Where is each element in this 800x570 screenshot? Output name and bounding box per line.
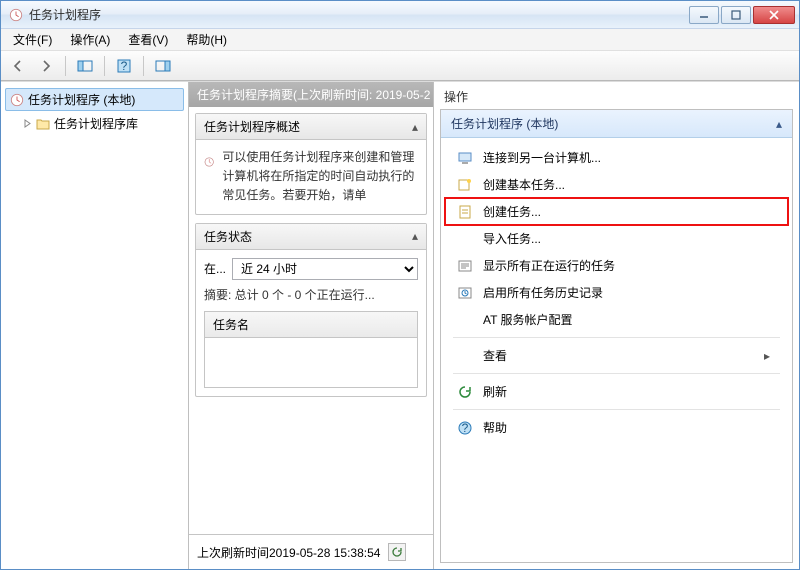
action-enable-history[interactable]: 启用所有任务历史记录 [445,279,788,306]
last-refresh-label: 上次刷新时间2019-05-28 15:38:54 [197,544,380,561]
actions-pane: 操作 任务计划程序 (本地) ▴ 连接到另一台计算机... 创建基本任务... [434,82,799,569]
action-show-running[interactable]: 显示所有正在运行的任务 [445,252,788,279]
toolbar: ? [1,51,799,81]
window-title: 任务计划程序 [29,6,101,23]
action-connect[interactable]: 连接到另一台计算机... [445,144,788,171]
help-icon: ? [457,420,473,436]
wizard-icon [457,177,473,193]
overview-panel: 任务计划程序概述 ▴ 可以使用任务计划程序来创建和管理计算机将在所指定的时间自动… [195,113,427,215]
chevron-right-icon: ▸ [764,349,770,363]
summary-footer: 上次刷新时间2019-05-28 15:38:54 [189,534,433,569]
status-summary: 摘要: 总计 0 个 - 0 个正在运行... [204,286,418,303]
blank-icon [457,312,473,328]
running-tasks-icon [457,258,473,274]
chevron-up-icon: ▴ [412,120,418,134]
action-create-task[interactable]: 创建任务... [445,198,788,225]
separator [453,337,780,338]
refresh-icon [391,546,403,558]
actions-list: 连接到另一台计算机... 创建基本任务... 创建任务... 导入任务... [441,138,792,447]
action-help[interactable]: ? 帮助 [445,414,788,441]
app-clock-icon [9,8,23,22]
action-label: 创建基本任务... [483,176,565,193]
tree-root-label: 任务计划程序 (本地) [28,91,135,108]
refresh-icon [457,384,473,400]
blank-icon [457,348,473,364]
task-list-body [204,338,418,388]
refresh-mini-button[interactable] [388,543,406,561]
window-controls [687,6,795,24]
action-label: AT 服务帐户配置 [483,311,573,328]
clock-large-icon [204,148,214,176]
overview-title: 任务计划程序概述 [204,118,300,135]
task-icon [457,204,473,220]
status-panel: 任务状态 ▴ 在... 近 24 小时 摘要: 总计 0 个 - 0 个正在运行… [195,223,427,397]
tree-pane: 任务计划程序 (本地) 任务计划程序库 [1,82,189,569]
action-at-service[interactable]: AT 服务帐户配置 [445,306,788,333]
action-label: 刷新 [483,383,507,400]
separator [453,373,780,374]
help-button[interactable]: ? [113,55,135,77]
history-icon [457,285,473,301]
folder-icon [36,118,50,130]
summary-pane: 任务计划程序摘要(上次刷新时间: 2019-05-2 任务计划程序概述 ▴ 可以… [189,82,434,569]
tree-node-root[interactable]: 任务计划程序 (本地) [5,88,184,111]
menu-help[interactable]: 帮助(H) [178,29,235,50]
clock-icon [10,93,24,107]
action-label: 导入任务... [483,230,541,247]
action-refresh[interactable]: 刷新 [445,378,788,405]
blank-icon [457,231,473,247]
action-label: 连接到另一台计算机... [483,149,601,166]
status-range-select[interactable]: 近 24 小时 [232,258,418,280]
toolbar-separator [104,56,105,76]
actions-group-label: 任务计划程序 (本地) [451,115,558,132]
chevron-up-icon: ▴ [776,117,782,131]
app-window: 任务计划程序 文件(F) 操作(A) 查看(V) 帮助(H) ? [0,0,800,570]
action-label: 帮助 [483,419,507,436]
action-import-task[interactable]: 导入任务... [445,225,788,252]
chevron-up-icon: ▴ [412,229,418,243]
overview-text: 可以使用任务计划程序来创建和管理计算机将在所指定的时间自动执行的常见任务。若要开… [222,148,418,206]
overview-panel-header[interactable]: 任务计划程序概述 ▴ [196,114,426,140]
toolbar-separator [65,56,66,76]
action-label: 创建任务... [483,203,541,220]
taskname-column: 任务名 [213,318,249,332]
minimize-button[interactable] [689,6,719,24]
summary-header: 任务计划程序摘要(上次刷新时间: 2019-05-2 [189,82,433,107]
maximize-button[interactable] [721,6,751,24]
svg-text:?: ? [121,59,128,73]
computer-icon [457,150,473,166]
status-title: 任务状态 [204,228,252,245]
menu-action[interactable]: 操作(A) [62,29,118,50]
actions-group-header[interactable]: 任务计划程序 (本地) ▴ [441,110,792,138]
svg-text:?: ? [462,421,469,435]
action-view[interactable]: 查看 ▸ [445,342,788,369]
menu-file[interactable]: 文件(F) [5,29,60,50]
forward-button[interactable] [35,55,57,77]
actions-title: 操作 [434,82,799,109]
show-hide-action-pane-button[interactable] [152,55,174,77]
show-hide-tree-button[interactable] [74,55,96,77]
menu-view[interactable]: 查看(V) [120,29,176,50]
tree-library-label: 任务计划程序库 [54,115,138,132]
separator [453,409,780,410]
back-button[interactable] [7,55,29,77]
client-area: 任务计划程序 (本地) 任务计划程序库 任务计划程序摘要(上次刷新时间: 201… [1,81,799,569]
status-in-label: 在... [204,260,226,277]
close-button[interactable] [753,6,795,24]
action-create-basic-task[interactable]: 创建基本任务... [445,171,788,198]
status-panel-header[interactable]: 任务状态 ▴ [196,224,426,250]
action-label: 查看 [483,347,507,364]
expander-icon[interactable] [23,119,32,128]
tree-node-library[interactable]: 任务计划程序库 [19,113,184,134]
action-label: 显示所有正在运行的任务 [483,257,615,274]
titlebar: 任务计划程序 [1,1,799,29]
task-list-header[interactable]: 任务名 [204,311,418,338]
toolbar-separator [143,56,144,76]
action-label: 启用所有任务历史记录 [483,284,603,301]
menubar: 文件(F) 操作(A) 查看(V) 帮助(H) [1,29,799,51]
